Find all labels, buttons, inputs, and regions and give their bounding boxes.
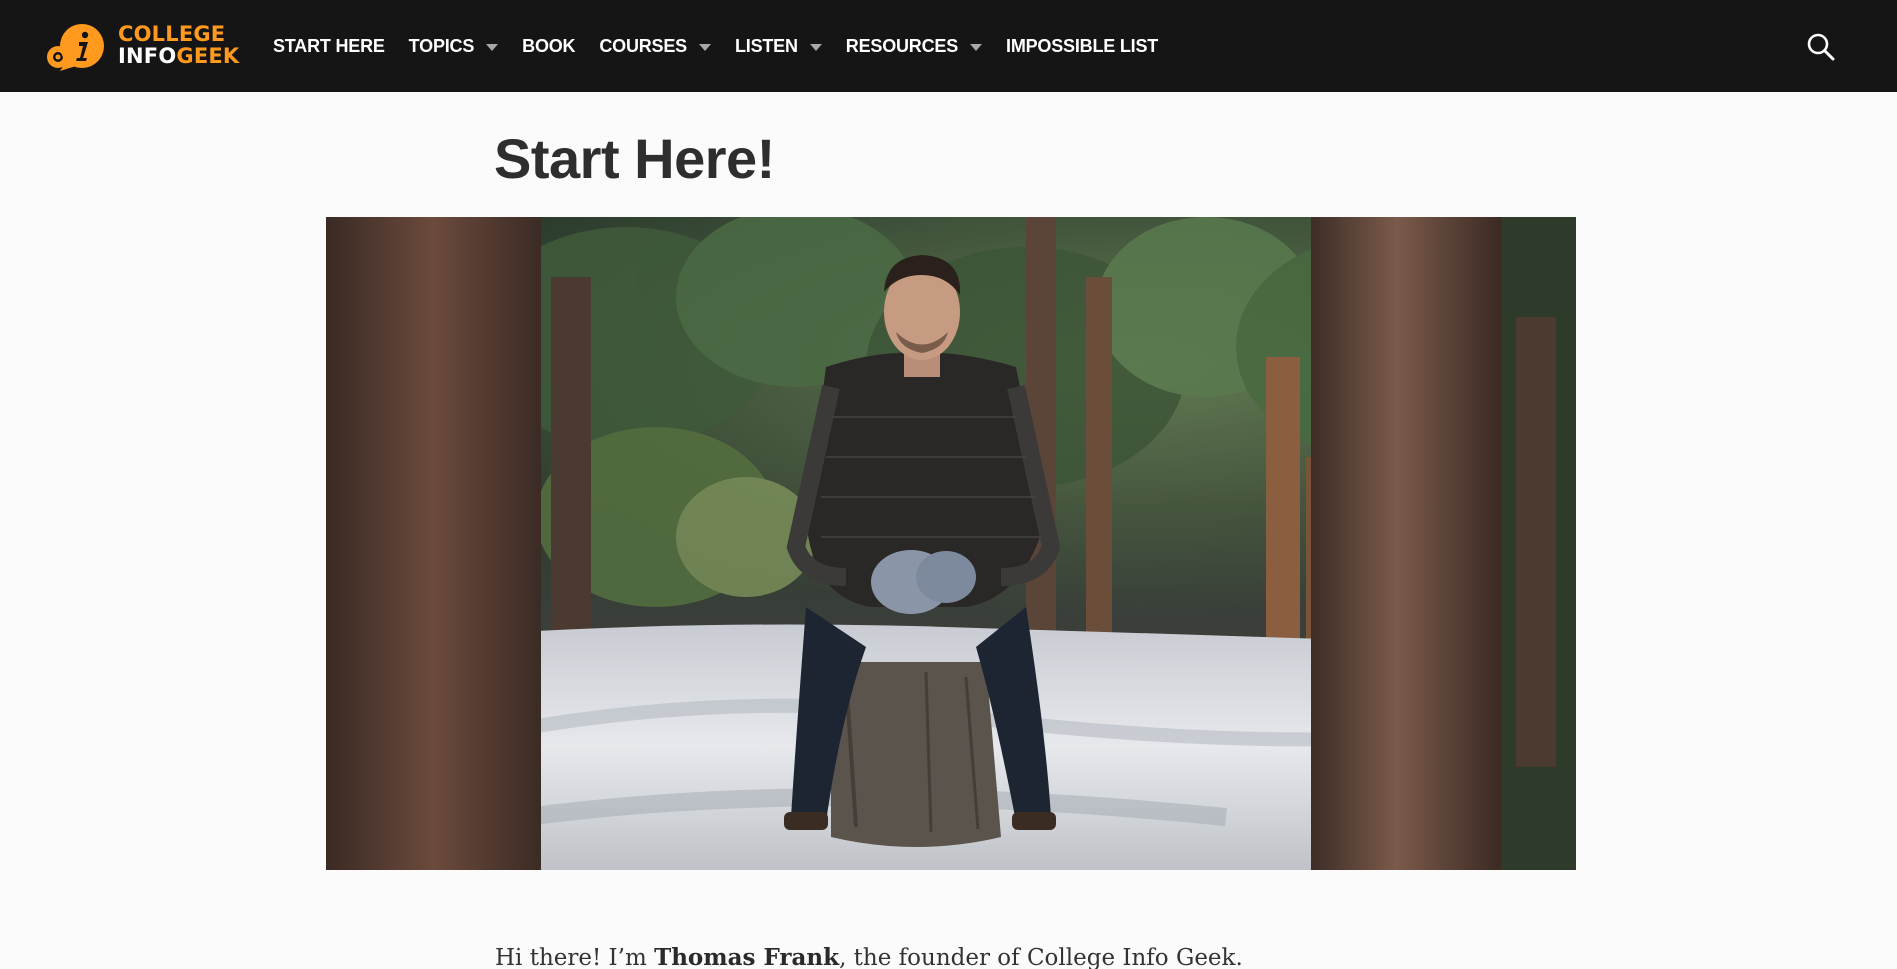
intro-text-before: Hi there! I’m [495,945,655,969]
nav-label: LISTEN [734,35,798,56]
info-speech-bubble-icon [47,24,104,71]
nav-label: RESOURCES [845,35,959,56]
intro-text-after: , the founder of College Info Geek. [839,945,1243,969]
site-header: COLLEGE INFOGEEK START HERE TOPICS BOOK … [0,0,1897,92]
caret-down-icon [698,43,711,51]
nav-resources[interactable]: RESOURCES [845,35,983,57]
nav-start-here[interactable]: START HERE [273,36,385,57]
main-nav: START HERE TOPICS BOOK COURSES LISTEN RE… [273,0,1182,92]
nav-label: TOPICS [408,35,475,56]
caret-down-icon [809,43,822,51]
site-logo[interactable]: COLLEGE INFOGEEK [46,20,239,72]
hero-image [326,217,1576,870]
nav-label: COURSES [599,35,687,56]
nav-label: START HERE [273,35,385,56]
nav-courses[interactable]: COURSES [599,36,711,57]
nav-topics[interactable]: TOPICS [408,35,499,57]
logo-line-2: INFOGEEK [118,45,239,67]
hero-photo [326,217,1576,870]
logo-word-info: INFO [118,44,177,68]
author-name: Thomas Frank [654,944,840,969]
nav-label: IMPOSSIBLE LIST [1006,35,1159,56]
caret-down-icon [970,43,983,51]
nav-book[interactable]: BOOK [522,36,575,57]
search-button[interactable] [1806,32,1836,62]
caret-down-icon [486,43,499,51]
page-title: Start Here! [494,127,775,190]
nav-listen[interactable]: LISTEN [735,36,822,57]
nav-label: BOOK [522,35,576,56]
logo-word-geek: GEEK [176,44,240,68]
logo-wordmark: COLLEGE INFOGEEK [118,23,239,67]
search-icon [1807,33,1835,61]
logo-line-1: COLLEGE [118,22,226,46]
nav-impossible-list[interactable]: IMPOSSIBLE LIST [1006,36,1158,57]
intro-paragraph: Hi there! I’m Thomas Frank, the founder … [495,942,1243,969]
